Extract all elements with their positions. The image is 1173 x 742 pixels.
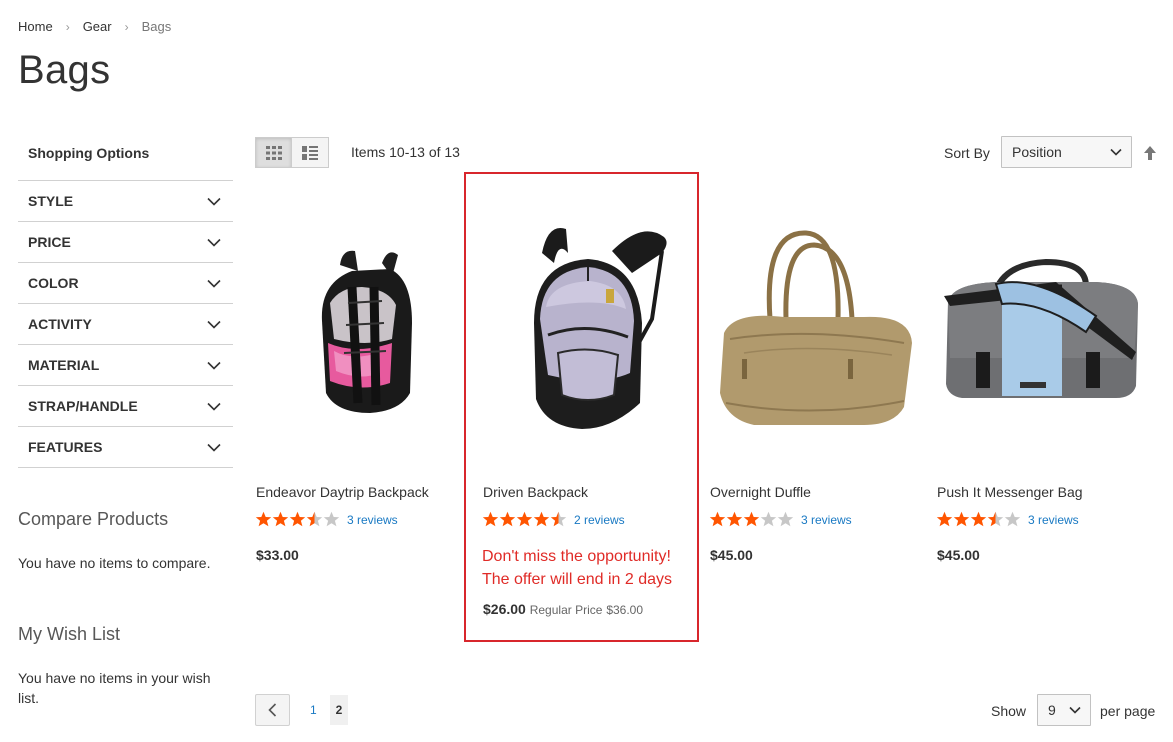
list-mode-button[interactable] bbox=[292, 137, 329, 168]
star-icon bbox=[743, 511, 760, 527]
star-icon bbox=[289, 511, 306, 527]
product-item: Overnight Duffle 3 reviews $45.00 bbox=[709, 188, 919, 563]
breadcrumb-home[interactable]: Home bbox=[18, 19, 53, 34]
filter-label: PRICE bbox=[28, 234, 71, 250]
filter-label: FEATURES bbox=[28, 439, 103, 455]
filter-activity[interactable]: ACTIVITY bbox=[18, 304, 233, 345]
backpack-image bbox=[321, 250, 412, 413]
chevron-down-icon bbox=[207, 443, 221, 452]
product-rating: 3 reviews bbox=[936, 511, 1079, 528]
star-icon bbox=[726, 511, 743, 527]
filter-style[interactable]: STYLE bbox=[18, 181, 233, 222]
star-icon bbox=[306, 511, 323, 527]
star-icon bbox=[272, 511, 289, 527]
chevron-down-icon bbox=[207, 238, 221, 247]
compare-products-title: Compare Products bbox=[18, 509, 169, 529]
product-item: Endeavor Daytrip Backpack 3 reviews $33.… bbox=[255, 188, 465, 563]
breadcrumb: Home › Gear › Bags bbox=[18, 19, 171, 34]
messenger-bag-image bbox=[944, 258, 1138, 398]
reviews-link[interactable]: 3 reviews bbox=[801, 513, 852, 527]
filter-price[interactable]: PRICE bbox=[18, 222, 233, 263]
shopping-options: Shopping Options STYLE PRICE COLOR ACTIV… bbox=[18, 135, 233, 468]
filter-label: ACTIVITY bbox=[28, 316, 92, 332]
show-label: Show bbox=[991, 703, 1027, 719]
reviews-link[interactable]: 3 reviews bbox=[347, 513, 398, 527]
filter-list: STYLE PRICE COLOR ACTIVITY MATERIAL STRA… bbox=[18, 180, 233, 468]
star-icon bbox=[953, 511, 970, 527]
sort-by-label: Sort By bbox=[944, 145, 990, 161]
chevron-down-icon bbox=[207, 402, 221, 411]
current-page: 2 bbox=[330, 695, 348, 725]
star-icon bbox=[709, 511, 726, 527]
breadcrumb-gear[interactable]: Gear bbox=[83, 19, 112, 34]
chevron-down-icon bbox=[207, 320, 221, 329]
product-name[interactable]: Overnight Duffle bbox=[710, 484, 811, 500]
list-icon bbox=[302, 145, 318, 160]
sort-by-select[interactable]: Position bbox=[1001, 136, 1132, 168]
chevron-down-icon bbox=[207, 361, 221, 370]
product-price: $45.00 bbox=[710, 547, 753, 563]
grid-icon bbox=[265, 145, 282, 160]
product-item: Push It Messenger Bag 3 reviews $45.00 bbox=[936, 188, 1146, 563]
breadcrumb-current: Bags bbox=[141, 19, 172, 34]
chevron-down-icon bbox=[1069, 706, 1081, 714]
filter-material[interactable]: MATERIAL bbox=[18, 345, 233, 386]
product-image[interactable] bbox=[255, 188, 465, 473]
page-title: Bags bbox=[18, 48, 111, 92]
filter-label: COLOR bbox=[28, 275, 79, 291]
limit-value: 9 bbox=[1048, 702, 1056, 718]
star-icon bbox=[255, 511, 272, 527]
star-rating bbox=[936, 511, 1021, 528]
duffle-bag-image bbox=[720, 230, 912, 425]
filter-label: STRAP/HANDLE bbox=[28, 398, 138, 414]
view-modes bbox=[255, 137, 329, 168]
breadcrumb-separator: › bbox=[65, 19, 70, 34]
compare-empty-text: You have no items to compare. bbox=[18, 555, 211, 571]
sort-direction-arrow-icon[interactable] bbox=[1142, 145, 1158, 161]
product-image[interactable] bbox=[709, 188, 919, 473]
star-rating bbox=[709, 511, 794, 528]
product-rating: 3 reviews bbox=[709, 511, 852, 528]
star-icon bbox=[970, 511, 987, 527]
reviews-link[interactable]: 3 reviews bbox=[1028, 513, 1079, 527]
chevron-left-icon bbox=[268, 703, 277, 717]
filter-label: MATERIAL bbox=[28, 357, 100, 373]
chevron-down-icon bbox=[207, 197, 221, 206]
wishlist-title: My Wish List bbox=[18, 624, 121, 644]
sort-by-value: Position bbox=[1012, 144, 1062, 160]
toolbar-amount: Items 10-13 of 13 bbox=[351, 144, 460, 160]
product-name[interactable]: Endeavor Daytrip Backpack bbox=[256, 484, 429, 500]
per-page-label: per page bbox=[1100, 703, 1156, 719]
star-icon bbox=[987, 511, 1004, 527]
product-price: $33.00 bbox=[256, 547, 299, 563]
star-icon bbox=[760, 511, 777, 527]
filter-strap-handle[interactable]: STRAP/HANDLE bbox=[18, 386, 233, 427]
filter-color[interactable]: COLOR bbox=[18, 263, 233, 304]
breadcrumb-separator: › bbox=[124, 19, 129, 34]
grid-mode-button[interactable] bbox=[255, 137, 292, 168]
star-icon bbox=[936, 511, 953, 527]
star-rating bbox=[255, 511, 340, 528]
highlight-frame bbox=[464, 172, 699, 642]
shopping-options-title: Shopping Options bbox=[28, 145, 150, 161]
limit-select[interactable]: 9 bbox=[1037, 694, 1091, 726]
filter-features[interactable]: FEATURES bbox=[18, 427, 233, 468]
chevron-down-icon bbox=[207, 279, 221, 288]
product-price: $45.00 bbox=[937, 547, 980, 563]
product-image[interactable] bbox=[936, 188, 1146, 473]
previous-page-button[interactable] bbox=[255, 694, 290, 726]
product-name[interactable]: Push It Messenger Bag bbox=[937, 484, 1083, 500]
page-link-1[interactable]: 1 bbox=[310, 703, 317, 717]
chevron-down-icon bbox=[1110, 148, 1122, 156]
product-rating: 3 reviews bbox=[255, 511, 398, 528]
wishlist-empty-text: You have no items in your wish list. bbox=[18, 670, 211, 706]
star-icon bbox=[1004, 511, 1021, 527]
star-icon bbox=[777, 511, 794, 527]
filter-label: STYLE bbox=[28, 193, 74, 209]
star-icon bbox=[323, 511, 340, 527]
